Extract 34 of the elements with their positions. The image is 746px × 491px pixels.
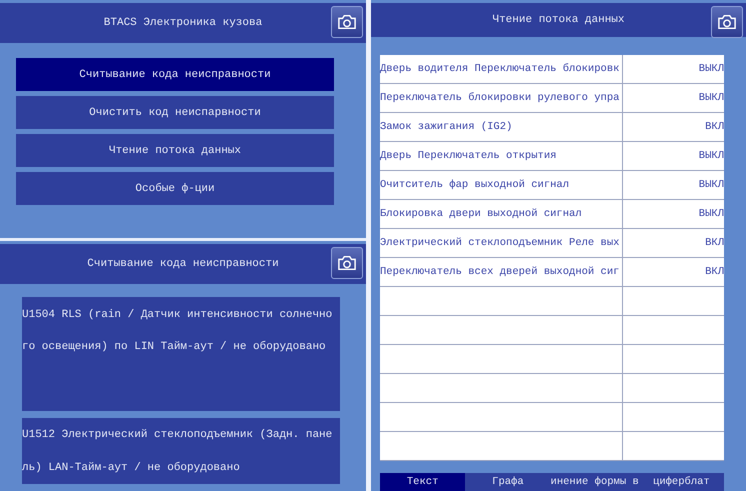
fault-code-text: U1512 Электрический стеклоподъемник (Задн. пане — [22, 428, 334, 440]
panel-title: BTACS Электроника кузова — [104, 17, 262, 29]
camera-icon — [336, 13, 358, 31]
parameter-name: Очитситель фар выходной сигнал — [380, 171, 623, 199]
camera-icon — [336, 254, 358, 272]
camera-button[interactable] — [711, 6, 743, 38]
panel-title: Считывание кода неисправности — [87, 258, 279, 270]
camera-button[interactable] — [331, 247, 363, 279]
parameter-name: Блокировка двери выходной сигнал — [380, 200, 623, 228]
fault-code-text: U1504 RLS (rain / Датчик интенсивности солнечно — [22, 309, 334, 321]
menu-button[interactable]: Считывание кода неисправности — [16, 58, 334, 91]
parameter-name: Дверь Переключатель открытия — [380, 142, 623, 170]
camera-icon — [716, 13, 738, 31]
parameter-name: Замок зажигания (IG2) — [380, 113, 623, 141]
menu-button[interactable]: Очистить код неиспарвности — [16, 96, 334, 129]
parameter-name: Дверь водителя Переключатель блокировк — [380, 55, 623, 83]
parameter-value: ВКЛ — [704, 121, 724, 133]
parameter-name: Переключатель всех дверей выходной сиг — [380, 258, 623, 286]
parameter-value: ВЫКЛ — [698, 179, 724, 191]
parameter-value: ВЫКЛ — [698, 92, 724, 104]
parameter-name: Электрический стеклоподъемник Реле вых — [380, 229, 623, 257]
panel-title: Чтение потока данных — [492, 14, 625, 26]
parameter-value: ВКЛ — [704, 266, 724, 278]
menu-button[interactable]: Особые ф-ции — [16, 172, 334, 205]
parameter-value: ВЫКЛ — [698, 150, 724, 162]
parameter-value: ВКЛ — [704, 237, 724, 249]
view-tab[interactable]: Текст — [380, 473, 466, 491]
camera-button[interactable] — [331, 6, 363, 38]
fault-code-text: ль) LAN-Тайм-аут / не оборудовано — [22, 462, 241, 474]
parameter-name: Переключатель блокировки рулевого упра — [380, 84, 623, 112]
parameter-value: ВЫКЛ — [698, 208, 724, 220]
fault-code-text: го освещения) по LIN Тайм-аут / не оборудовано — [22, 341, 327, 353]
menu-button[interactable]: Чтение потока данных — [16, 134, 334, 167]
parameter-value: ВЫКЛ — [698, 63, 724, 75]
